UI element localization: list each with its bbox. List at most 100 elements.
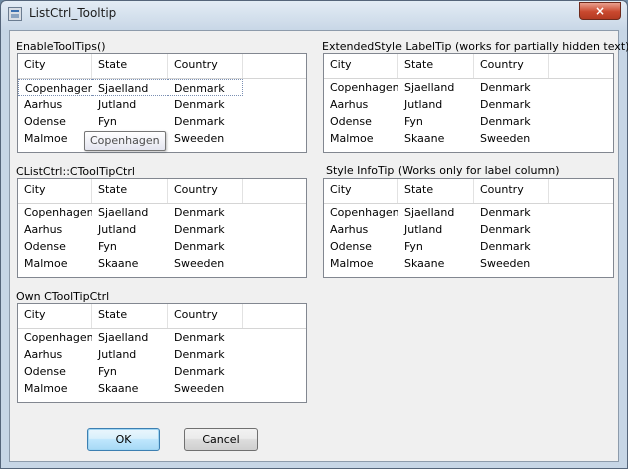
tooltip-popup: Copenhagen: [84, 131, 166, 151]
column-header-country[interactable]: Country: [168, 179, 243, 203]
cell-country: Denmark: [480, 115, 531, 128]
table-row[interactable]: Aarhus Jutland Denmark: [18, 221, 306, 238]
list-header: City State Country: [18, 304, 306, 329]
cell-city: Malmoe: [330, 132, 374, 145]
cell-country: Sweeden: [480, 257, 531, 270]
cell-state: Fyn: [404, 240, 423, 253]
table-row[interactable]: Malmoe Skaane Sweeden: [324, 255, 613, 272]
cell-country: Denmark: [174, 240, 225, 253]
cell-state: Skaane: [404, 257, 445, 270]
column-header-filler: [243, 179, 306, 203]
cell-country: Denmark: [174, 98, 225, 111]
list-clistctrl-ctooltipctrl[interactable]: City State Country Copenhagen Sjaelland Denma…: [17, 178, 307, 278]
column-header-city[interactable]: City: [324, 54, 398, 78]
column-header-country[interactable]: Country: [474, 54, 549, 78]
cell-state: Jutland: [404, 98, 443, 111]
cell-city: Aarhus: [24, 223, 63, 236]
cancel-button[interactable]: Cancel: [184, 428, 258, 451]
cell-country: Sweeden: [174, 132, 225, 145]
list-own-ctooltipctrl[interactable]: City State Country Copenhagen Sjaelland Denma…: [17, 303, 307, 403]
table-row[interactable]: Copenhagen Sjaelland Denmark: [18, 329, 306, 346]
list-header: City State Country: [18, 179, 306, 204]
cell-state: Skaane: [98, 257, 139, 270]
cell-country: Sweeden: [174, 257, 225, 270]
cell-country: Denmark: [174, 115, 225, 128]
column-header-city[interactable]: City: [324, 179, 398, 203]
ok-button[interactable]: OK: [87, 428, 160, 451]
table-row[interactable]: Odense Fyn Denmark: [324, 238, 613, 255]
dialog-client-area: EnableToolTips() City State Country Copenha…: [9, 30, 628, 462]
group-label-clistctrl-ctooltipctrl: CListCtrl::CToolTipCtrl: [16, 165, 135, 178]
column-header-city[interactable]: City: [18, 304, 92, 328]
column-header-state[interactable]: State: [92, 304, 168, 328]
table-row[interactable]: Odense Fyn Denmark: [18, 363, 306, 380]
cell-city: Malmoe: [330, 257, 374, 270]
cell-city: Aarhus: [24, 348, 63, 361]
table-row[interactable]: Malmoe Skaane Sweeden: [18, 380, 306, 397]
cell-country: Denmark: [480, 223, 531, 236]
cell-city: Odense: [330, 240, 372, 253]
column-header-city[interactable]: City: [18, 179, 92, 203]
group-label-style-infotip: Style InfoTip (Works only for label colu…: [326, 164, 560, 177]
close-icon: ×: [594, 4, 606, 18]
app-icon: [8, 7, 22, 21]
title-bar[interactable]: ListCtrl_Tooltip ×: [1, 1, 627, 29]
table-row[interactable]: Aarhus Jutland Denmark: [324, 221, 613, 238]
cell-country: Denmark: [480, 98, 531, 111]
cell-state: Jutland: [98, 223, 137, 236]
table-row[interactable]: Malmoe Skaane Sweeden: [324, 130, 613, 147]
column-header-filler: [243, 54, 306, 78]
column-header-state[interactable]: State: [398, 54, 474, 78]
table-row[interactable]: Odense Fyn Denmark: [324, 113, 613, 130]
cell-country: Denmark: [174, 223, 225, 236]
cell-city: Odense: [24, 115, 66, 128]
cell-state: Fyn: [98, 365, 117, 378]
table-row[interactable]: Aarhus Jutland Denmark: [18, 346, 306, 363]
cell-city: Odense: [24, 240, 66, 253]
cell-city: Copenhagen: [24, 331, 92, 344]
close-button[interactable]: ×: [579, 2, 621, 20]
table-row[interactable]: Malmoe Skaane Sweeden: [18, 255, 306, 272]
cell-country: Denmark: [480, 240, 531, 253]
cell-country: Sweeden: [174, 382, 225, 395]
column-header-country[interactable]: Country: [168, 304, 243, 328]
cell-city: Copenhagen: [18, 79, 92, 96]
cell-state: Fyn: [98, 240, 117, 253]
list-header: City State Country: [324, 179, 613, 204]
cell-city: Aarhus: [330, 98, 369, 111]
cell-state: Jutland: [98, 98, 137, 111]
column-header-state[interactable]: State: [398, 179, 474, 203]
cell-city: Malmoe: [24, 132, 68, 145]
table-row[interactable]: Odense Fyn Denmark: [18, 238, 306, 255]
cell-state: Sjaelland: [404, 206, 455, 219]
group-label-own-ctooltipctrl: Own CToolTipCtrl: [16, 290, 110, 303]
list-style-infotip[interactable]: City State Country Copenhagen Sjaelland Denma…: [323, 178, 614, 278]
table-row[interactable]: Copenhagen Sjaelland Denmark: [18, 79, 306, 96]
column-header-country[interactable]: Country: [474, 179, 549, 203]
table-row[interactable]: Aarhus Jutland Denmark: [324, 96, 613, 113]
column-header-filler: [549, 54, 613, 78]
cell-state: Skaane: [404, 132, 445, 145]
table-row[interactable]: Aarhus Jutland Denmark: [18, 96, 306, 113]
cell-country: Denmark: [480, 81, 531, 94]
column-header-state[interactable]: State: [92, 54, 168, 78]
cell-state: Fyn: [404, 115, 423, 128]
cell-state: Jutland: [98, 348, 137, 361]
group-label-extendedstyle-labeltip: ExtendedStyle LabelTip (works for partia…: [322, 40, 628, 53]
cell-state: Sjaelland: [92, 79, 168, 96]
table-row[interactable]: Copenhagen Sjaelland Denmark: [18, 204, 306, 221]
column-header-city[interactable]: City: [18, 54, 92, 78]
cell-state: Sjaelland: [98, 206, 149, 219]
table-row[interactable]: Odense Fyn Denmark: [18, 113, 306, 130]
column-header-state[interactable]: State: [92, 179, 168, 203]
table-row[interactable]: Copenhagen Sjaelland Denmark: [324, 204, 613, 221]
cell-country: Denmark: [174, 206, 225, 219]
cell-state: Skaane: [98, 382, 139, 395]
cell-city: Copenhagen: [330, 206, 398, 219]
column-header-country[interactable]: Country: [168, 54, 243, 78]
cell-city: Malmoe: [24, 257, 68, 270]
cell-country: Denmark: [168, 79, 243, 96]
table-row[interactable]: Copenhagen Sjaelland Denmark: [324, 79, 613, 96]
column-header-filler: [549, 179, 613, 203]
list-extendedstyle-labeltip[interactable]: City State Country Copenhagen Sjaelland Denma…: [323, 53, 614, 153]
